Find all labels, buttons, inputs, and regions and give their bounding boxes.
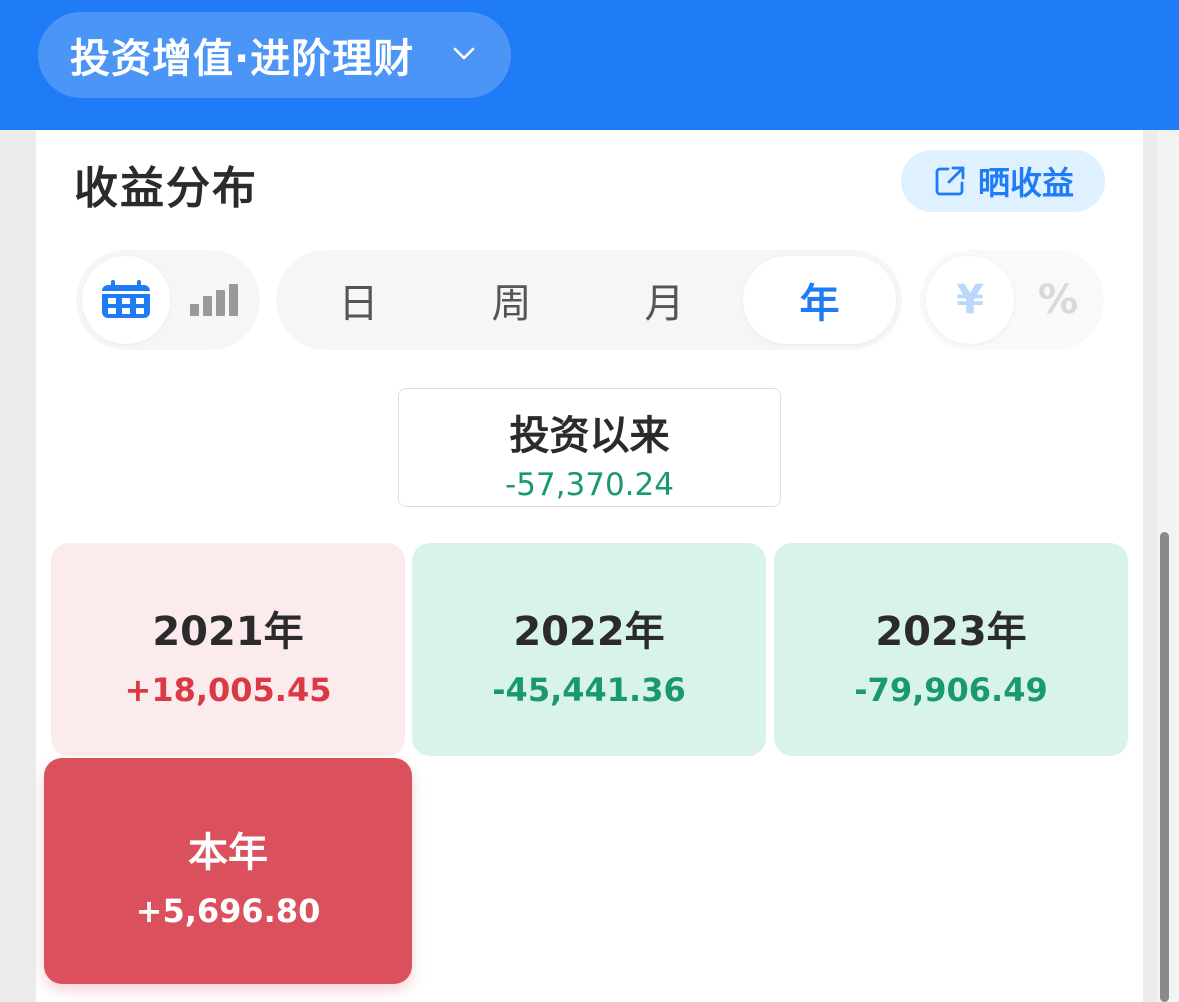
tab-week[interactable]: 周: [435, 256, 588, 344]
top-bar: 投资增值·进阶理财: [0, 0, 1179, 130]
year-tile-label: 本年: [188, 830, 268, 876]
account-label: 投资增值·进阶理财: [70, 36, 415, 82]
unit-percent-button[interactable]: %: [1014, 256, 1102, 344]
section-title: 收益分布: [74, 163, 258, 214]
unit-amount-label: ¥: [956, 277, 984, 323]
year-tile-label: 2021年: [152, 609, 304, 655]
unit-toggle: ¥ %: [920, 250, 1104, 350]
tab-day[interactable]: 日: [282, 256, 435, 344]
total-value: -57,370.24: [505, 467, 674, 503]
tab-month-label: 月: [644, 281, 685, 327]
tab-week-label: 周: [491, 281, 532, 327]
view-toggle: [76, 250, 260, 350]
calendar-view-button[interactable]: [82, 256, 170, 344]
share-label: 晒收益: [977, 164, 1074, 202]
unit-percent-label: %: [1037, 277, 1079, 323]
scrollbar-thumb[interactable]: [1160, 532, 1169, 1002]
total-since-start[interactable]: 投资以来 -57,370.24: [398, 388, 781, 507]
year-tile-value: +18,005.45: [124, 671, 332, 709]
share-profit-button[interactable]: 晒收益: [901, 150, 1105, 212]
bar-chart-view-button[interactable]: [170, 256, 258, 344]
year-tile-value: -79,906.49: [854, 671, 1048, 709]
tab-day-label: 日: [338, 281, 379, 327]
tab-year-label: 年: [799, 281, 840, 327]
year-tile-label: 2022年: [513, 609, 665, 655]
year-tile-label: 2023年: [875, 609, 1027, 655]
account-selector[interactable]: 投资增值·进阶理财: [38, 12, 511, 98]
year-tile-2021[interactable]: 2021年 +18,005.45: [51, 543, 405, 756]
year-tile-2023[interactable]: 2023年 -79,906.49: [774, 543, 1128, 756]
period-tabs: 日 周 月 年: [276, 250, 902, 350]
year-tile-current[interactable]: 本年 +5,696.80: [44, 758, 412, 984]
external-share-icon: [935, 166, 965, 196]
year-tile-value: -45,441.36: [492, 671, 686, 709]
tab-month[interactable]: 月: [588, 256, 741, 344]
total-label: 投资以来: [509, 413, 670, 459]
tab-year[interactable]: 年: [743, 256, 896, 344]
year-tile-value: +5,696.80: [135, 892, 321, 930]
year-tile-2022[interactable]: 2022年 -45,441.36: [412, 543, 766, 756]
bar-chart-icon: [190, 284, 238, 316]
unit-amount-button[interactable]: ¥: [926, 256, 1014, 344]
calendar-icon: [102, 280, 150, 318]
chevron-down-icon: [453, 47, 475, 60]
